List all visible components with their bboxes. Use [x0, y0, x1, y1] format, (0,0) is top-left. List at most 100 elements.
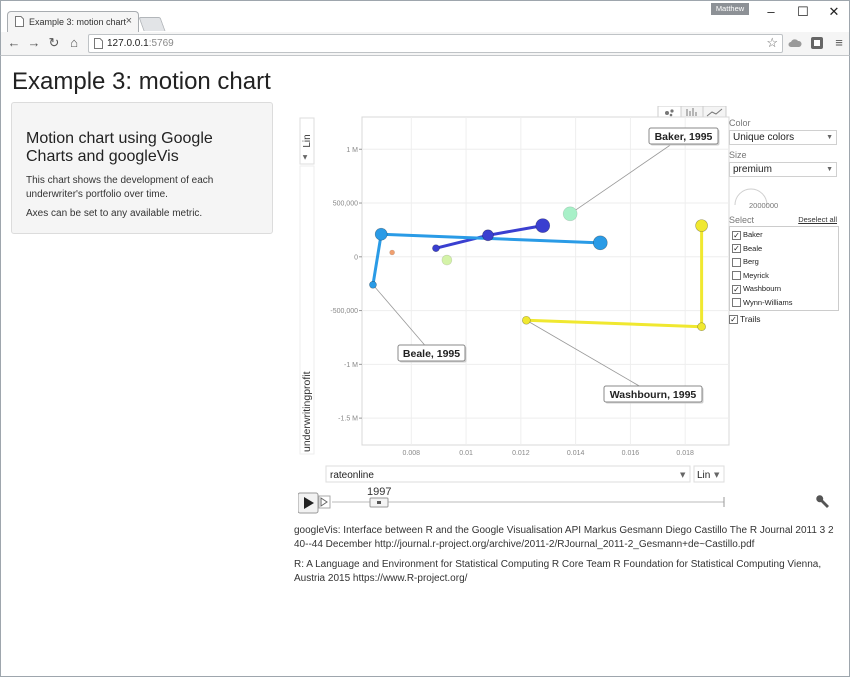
view-tabs — [657, 106, 727, 119]
bookmark-star-icon[interactable]: ☆ — [766, 35, 778, 51]
size-select[interactable]: premium ▼ — [729, 162, 837, 177]
trail-point-baker[interactable] — [535, 218, 551, 233]
trail-point-beale[interactable] — [592, 235, 608, 251]
underwriter-checkbox[interactable] — [732, 257, 741, 267]
x-tick-label: 0.016 — [622, 450, 640, 457]
browser-titlebar: Example 3: motion chart × Matthew – ☐ ✕ — [0, 0, 850, 33]
size-max-label: 2000000 — [749, 201, 779, 210]
page-icon — [94, 38, 103, 49]
size-legend: 2000000 — [729, 177, 839, 215]
trail-point-baker[interactable] — [482, 229, 494, 242]
bubble[interactable] — [389, 249, 395, 256]
address-bar[interactable]: 127.0.0.1:5769 ☆ — [88, 34, 783, 53]
tab-close-icon[interactable]: × — [126, 15, 132, 27]
new-tab-button[interactable] — [138, 17, 166, 31]
line-view-tab[interactable] — [702, 106, 727, 119]
trails-checkbox[interactable]: ✓ — [729, 315, 738, 325]
y-metric-selector[interactable]: underwritingprofit — [299, 165, 315, 455]
underwriter-label: Berg — [743, 257, 759, 266]
y-tick-label: -500,000 — [330, 308, 358, 315]
select-label: Select — [729, 215, 755, 225]
reference-googlevis: googleVis: Interface between R and the G… — [294, 525, 834, 550]
svg-text:▼: ▼ — [714, 471, 720, 479]
maximize-icon[interactable]: ☐ — [790, 3, 816, 21]
svg-text:▼: ▼ — [680, 471, 686, 479]
callout-label: Baker, 1995 — [655, 131, 713, 143]
x-tick-label: 0.014 — [567, 450, 585, 457]
forward-icon[interactable]: → — [26, 35, 42, 51]
underwriter-label: Meyrick — [743, 270, 769, 280]
page-title: Example 3: motion chart — [12, 68, 271, 95]
svg-text:▼: ▼ — [303, 154, 308, 161]
underwriter-label: Washbourn — [743, 284, 782, 293]
y-tick-label: 0 — [354, 254, 358, 261]
underwriter-checkbox[interactable] — [732, 298, 741, 308]
menu-icon[interactable]: ≡ — [831, 35, 847, 51]
color-label: Color — [729, 118, 751, 128]
back-icon[interactable]: ← — [6, 35, 22, 51]
trails-label: Trails — [740, 314, 761, 324]
y-tick-label: 1 M — [346, 147, 358, 154]
sidebar-description: This chart shows the development of each… — [26, 175, 214, 200]
trail-point-washbourn[interactable] — [695, 219, 708, 232]
minimize-icon[interactable]: – — [758, 3, 784, 21]
trail-point-beale[interactable] — [374, 227, 388, 241]
x-metric-selector[interactable]: rateonline ▼ — [325, 465, 691, 483]
url-text: 127.0.0.1:5769 — [107, 38, 174, 49]
play-button[interactable] — [298, 492, 319, 514]
x-tick-label: 0.018 — [676, 450, 694, 457]
trail-point-beale[interactable] — [369, 280, 377, 289]
timeline-slider-handle[interactable] — [369, 497, 389, 508]
tab-title: Example 3: motion chart — [29, 17, 127, 27]
cloud-extension-icon[interactable] — [788, 36, 802, 50]
trail-point-washbourn[interactable] — [522, 315, 531, 325]
x-scale-label: Lin — [697, 470, 710, 481]
underwriter-list: ✓ Baker ✓ Beale Berg Meyrick ✓ Washbourn Wynn-Wi… — [729, 226, 839, 311]
underwriter-item-meyrick[interactable]: Meyrick — [730, 269, 838, 283]
y-tick-label: -1.5 M — [338, 416, 358, 423]
bar-view-tab[interactable] — [680, 106, 704, 119]
size-legend-arc — [734, 188, 768, 206]
color-select[interactable]: Unique colors ▼ — [729, 130, 837, 145]
deselect-all-link[interactable]: Deselect all — [798, 215, 837, 224]
trail-point-washbourn[interactable] — [697, 322, 706, 332]
y-metric-label: underwritingprofit — [301, 371, 313, 452]
underwriter-checkbox[interactable]: ✓ — [732, 230, 741, 240]
underwriter-label: Wynn-Williams — [743, 297, 793, 307]
size-select-value: premium — [733, 164, 772, 175]
underwriter-item-berg[interactable]: Berg — [730, 255, 838, 269]
underwriter-checkbox[interactable] — [732, 271, 741, 281]
select-header: Select Deselect all — [729, 215, 839, 226]
browser-toolbar: ← → ↻ ⌂ 127.0.0.1:5769 ☆ ≡ — [0, 32, 850, 56]
y-tick-label: 500,000 — [333, 201, 358, 208]
browser-tab[interactable]: Example 3: motion chart × — [7, 11, 139, 33]
step-button[interactable] — [318, 495, 331, 509]
y-tick-label: -1 M — [344, 362, 358, 369]
x-tick-label: 0.012 — [512, 450, 530, 457]
underwriter-checkbox[interactable]: ✓ — [732, 284, 741, 294]
y-scale-selector[interactable]: Lin ▼ — [299, 117, 315, 165]
x-scale-selector[interactable]: Lin ▼ — [693, 465, 725, 483]
home-icon[interactable]: ⌂ — [66, 35, 82, 51]
trail-point-baker[interactable] — [432, 244, 440, 252]
close-window-icon[interactable]: ✕ — [821, 3, 847, 21]
reload-icon[interactable]: ↻ — [46, 35, 62, 51]
callout-label: Washbourn, 1995 — [610, 389, 697, 401]
underwriter-item-baker[interactable]: ✓ Baker — [730, 228, 838, 242]
x-tick-label: 0.008 — [403, 450, 421, 457]
reference-r: R: A Language and Environment for Statis… — [294, 559, 822, 584]
profile-badge[interactable]: Matthew — [711, 3, 749, 15]
bubble[interactable] — [562, 206, 578, 222]
bubble[interactable] — [441, 254, 453, 266]
underwriter-checkbox[interactable]: ✓ — [732, 244, 741, 254]
sidebar-heading: Motion chart using Google Charts and goo… — [26, 130, 213, 165]
settings-wrench-icon[interactable] — [816, 495, 829, 508]
sidebar-panel: Motion chart using Google Charts and goo… — [11, 102, 273, 234]
underwriter-item-wynn-williams[interactable]: Wynn-Williams — [730, 296, 838, 310]
underwriter-item-beale[interactable]: ✓ Beale — [730, 242, 838, 256]
trails-toggle[interactable]: ✓ Trails — [729, 313, 839, 327]
size-label: Size — [729, 150, 747, 160]
underwriter-item-washbourn[interactable]: ✓ Washbourn — [730, 282, 838, 296]
bubble-view-tab[interactable] — [657, 106, 682, 119]
extension-icon[interactable] — [810, 36, 824, 50]
